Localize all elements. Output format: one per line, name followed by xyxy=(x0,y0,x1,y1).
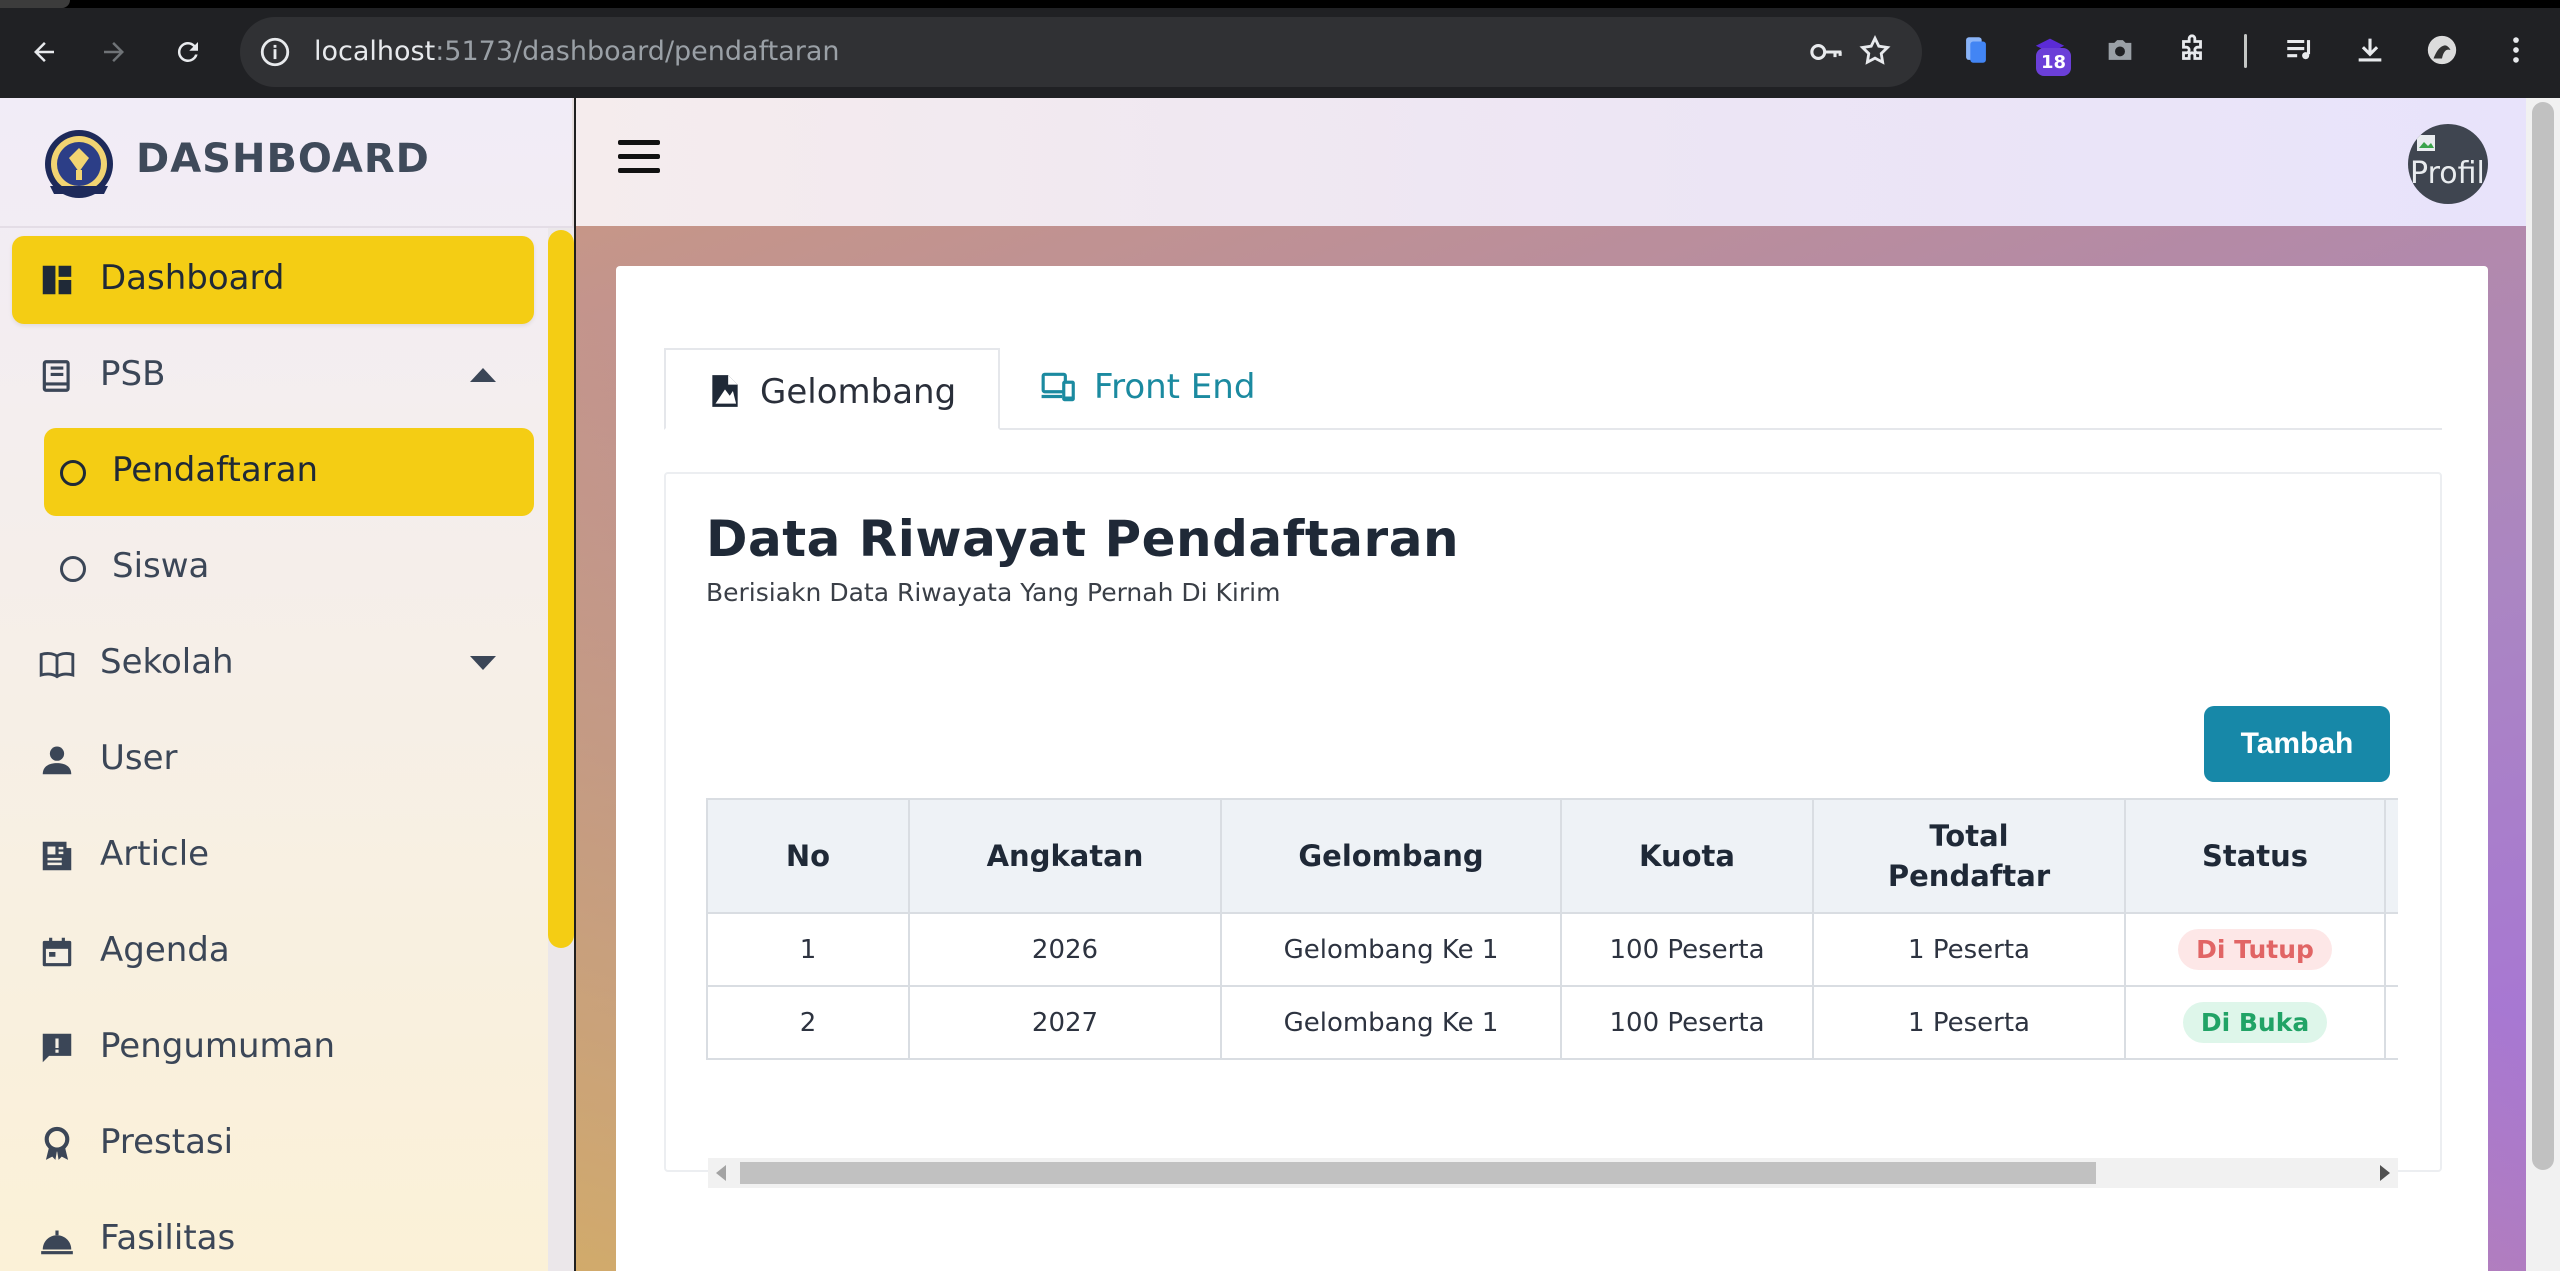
bookmark-star-icon[interactable] xyxy=(1858,34,1892,68)
status-badge: Di Tutup xyxy=(2178,929,2332,970)
back-button[interactable] xyxy=(20,28,68,76)
cell-kuota: 100 Peserta xyxy=(1560,912,1814,987)
cell-gelombang: Gelombang Ke 1 xyxy=(1220,912,1562,987)
column-header-total-pendaftar: Total Pendaftar xyxy=(1812,798,2126,914)
page-subtitle: Berisiakn Data Riwayata Yang Pernah Di K… xyxy=(706,578,1281,607)
arrow-right-icon xyxy=(104,42,124,62)
profile-button[interactable] xyxy=(2420,28,2464,72)
document-extension-icon xyxy=(1966,37,1986,63)
tab-gelombang[interactable]: Gelombang xyxy=(664,348,1000,430)
playlist-icon xyxy=(2287,39,2311,60)
password-key-icon[interactable] xyxy=(1808,36,1844,68)
tab-strip xyxy=(0,0,2560,8)
puzzle-icon xyxy=(2182,34,2202,60)
table-row[interactable]: 2 2027 Gelombang Ke 1 100 Peserta 1 Pese… xyxy=(706,985,2398,1060)
extension-docs[interactable] xyxy=(1954,28,1998,72)
address-bar[interactable]: localhost:5173/dashboard/pendaftaran xyxy=(240,17,1922,87)
column-header-kuota: Kuota xyxy=(1560,798,1814,914)
cell-status: Di Buka xyxy=(2124,985,2386,1060)
download-icon xyxy=(2358,38,2382,62)
column-header-overflow xyxy=(2384,798,2398,914)
reload-button[interactable] xyxy=(164,28,212,76)
cell-angkatan: 2026 xyxy=(908,912,1222,987)
document-icon xyxy=(712,375,738,407)
more-vertical-icon xyxy=(2513,37,2519,63)
table-container: No Angkatan Gelombang Kuota Total Pendaf… xyxy=(706,798,2398,1062)
arrow-left-icon xyxy=(34,42,54,62)
page-title: Data Riwayat Pendaftaran xyxy=(706,510,1460,568)
cell-overflow xyxy=(2384,985,2398,1060)
url-path: :5173/dashboard/pendaftaran xyxy=(435,36,840,67)
camera-icon xyxy=(2108,40,2132,60)
tab-front-end[interactable]: Front End xyxy=(1000,348,1288,430)
cell-no: 2 xyxy=(706,985,910,1060)
registration-table: No Angkatan Gelombang Kuota Total Pendaf… xyxy=(706,798,2398,1060)
forward-button[interactable] xyxy=(90,28,138,76)
site-info-icon[interactable] xyxy=(258,35,292,69)
column-header-no: No xyxy=(706,798,910,914)
table-header-row: No Angkatan Gelombang Kuota Total Pendaf… xyxy=(706,798,2398,914)
media-controls-button[interactable] xyxy=(2278,28,2322,72)
status-badge: Di Buka xyxy=(2182,1002,2328,1043)
scroll-right-arrow-icon[interactable] xyxy=(2380,1165,2390,1181)
cell-kuota: 100 Peserta xyxy=(1560,985,1814,1060)
extension-camera[interactable] xyxy=(2098,28,2142,72)
toolbar-divider xyxy=(2244,34,2247,68)
cell-total-pendaftar: 1 Peserta xyxy=(1812,912,2126,987)
tab-label: Gelombang xyxy=(760,372,957,412)
table-horizontal-scrollbar[interactable] xyxy=(708,1158,2398,1188)
tab-label: Front End xyxy=(1094,367,1256,407)
url-text[interactable]: localhost:5173/dashboard/pendaftaran xyxy=(314,36,840,67)
downloads-button[interactable] xyxy=(2348,28,2392,72)
column-header-angkatan: Angkatan xyxy=(908,798,1222,914)
cell-gelombang: Gelombang Ke 1 xyxy=(1220,985,1562,1060)
browser-chrome: localhost:5173/dashboard/pendaftaran 18 xyxy=(0,0,2560,98)
column-header-status: Status xyxy=(2124,798,2386,914)
browser-menu-button[interactable] xyxy=(2494,28,2538,72)
devices-icon xyxy=(1041,372,1075,402)
table-row[interactable]: 1 2026 Gelombang Ke 1 100 Peserta 1 Pese… xyxy=(706,912,2398,987)
cell-status: Di Tutup xyxy=(2124,912,2386,987)
main-content: Gelombang Front End Data Riwayat Pendaft… xyxy=(0,98,2560,1271)
cell-no: 1 xyxy=(706,912,910,987)
reload-icon xyxy=(177,41,198,62)
extensions-button[interactable] xyxy=(2170,28,2214,72)
extension-badge: 18 xyxy=(2036,48,2072,76)
cell-angkatan: 2027 xyxy=(908,985,1222,1060)
cell-total-pendaftar: 1 Peserta xyxy=(1812,985,2126,1060)
column-header-gelombang: Gelombang xyxy=(1220,798,1562,914)
cell-overflow xyxy=(2384,912,2398,987)
profile-avatar-icon xyxy=(2427,35,2457,65)
url-host: localhost xyxy=(314,36,436,67)
scroll-left-arrow-icon[interactable] xyxy=(716,1165,726,1181)
add-button[interactable]: Tambah xyxy=(2204,706,2390,782)
table-scrollbar-thumb[interactable] xyxy=(740,1162,2096,1184)
